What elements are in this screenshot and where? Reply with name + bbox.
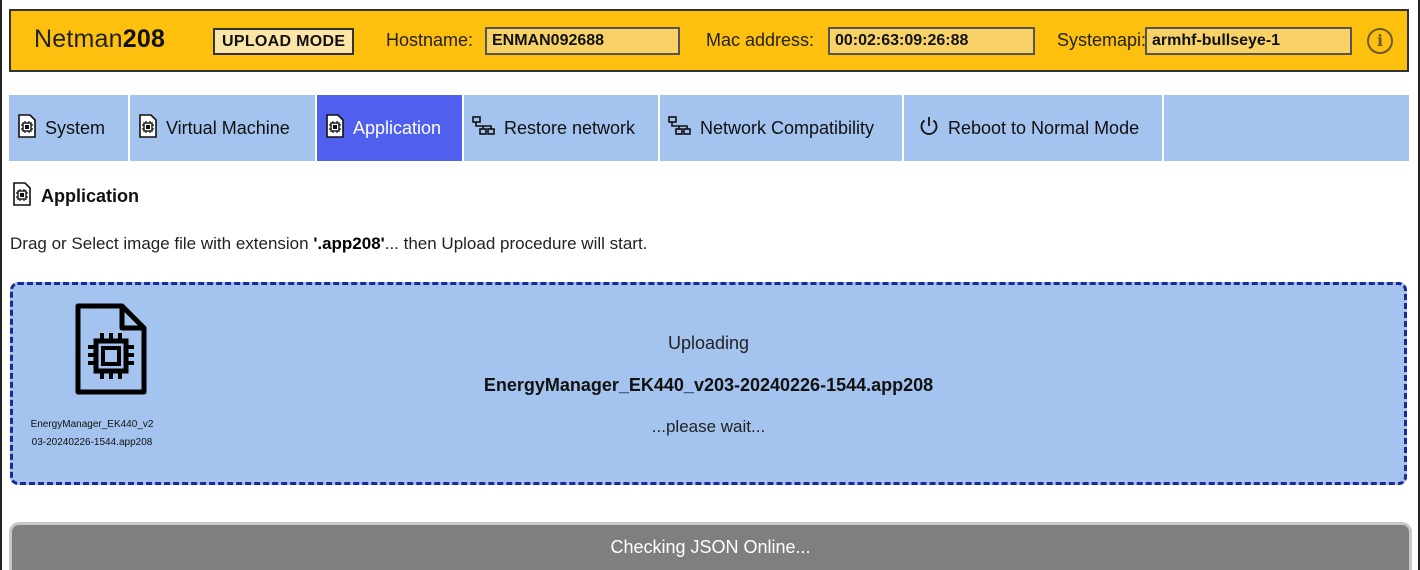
hostname-label: Hostname: [386,30,474,50]
mac-address-label: Mac address: [706,30,815,50]
instruction-text: Drag or Select image file with extension [10,234,314,253]
power-icon [918,115,940,142]
network-icon [668,115,692,141]
tab-system[interactable]: System [9,95,130,161]
tab-virtual-machine[interactable]: Virtual Machine [130,95,317,161]
mode-badge: UPLOAD MODE [213,28,355,55]
tab-reboot-normal-mode[interactable]: Reboot to Normal Mode [904,95,1164,161]
systemapi-label: Systemapi: [1057,30,1147,50]
mac-address-value: 00:02:63:09:26:88 [828,27,1035,55]
tab-label: System [45,117,106,138]
tab-restore-network[interactable]: Restore network [464,95,660,161]
section-title: Application [12,182,139,211]
upload-instruction: Drag or Select image file with extension… [10,234,647,254]
tab-label: Network Compatibility [700,117,875,138]
info-icon[interactable]: i [1367,28,1393,54]
chip-file-icon [138,113,158,143]
status-bar: Checking JSON Online... [9,522,1412,570]
section-title-text: Application [41,186,139,206]
file-extension: '.app208' [313,234,385,253]
tab-bar-filler [1164,95,1409,161]
upload-file-name: EnergyManager_EK440_v203-20240226-1544.a… [483,375,934,395]
file-dropzone[interactable]: EnergyManager_EK440_v2 03-20240226-1544.… [10,282,1407,485]
tab-label: Restore network [504,117,636,138]
hostname-value: ENMAN092688 [485,27,680,55]
brand-logo: Netman208 [34,25,165,54]
systemapi-value: armhf-bullseye-1 [1145,27,1352,55]
chip-file-icon [12,182,32,211]
tab-application[interactable]: Application [317,95,464,161]
network-icon [472,115,496,141]
top-header: Netman208 UPLOAD MODE Hostname: ENMAN092… [9,9,1409,72]
tab-label: Application [353,117,442,138]
upload-wait-message: ...please wait... [651,417,766,436]
upload-status: Uploading [667,333,750,353]
file-name-line2: 03-20240226-1544.app208 [31,437,153,448]
brand-name: Netman [34,25,123,53]
tab-label: Virtual Machine [166,117,290,138]
tab-label: Reboot to Normal Mode [948,117,1140,138]
main-tabs: System Virtual Machine Application Resto… [9,95,1409,161]
tab-network-compatibility[interactable]: Network Compatibility [660,95,904,161]
chip-file-icon [325,113,345,143]
instruction-text-end: ... then Upload procedure will start. [384,234,648,253]
chip-file-icon [17,113,37,143]
brand-number: 208 [122,25,166,53]
